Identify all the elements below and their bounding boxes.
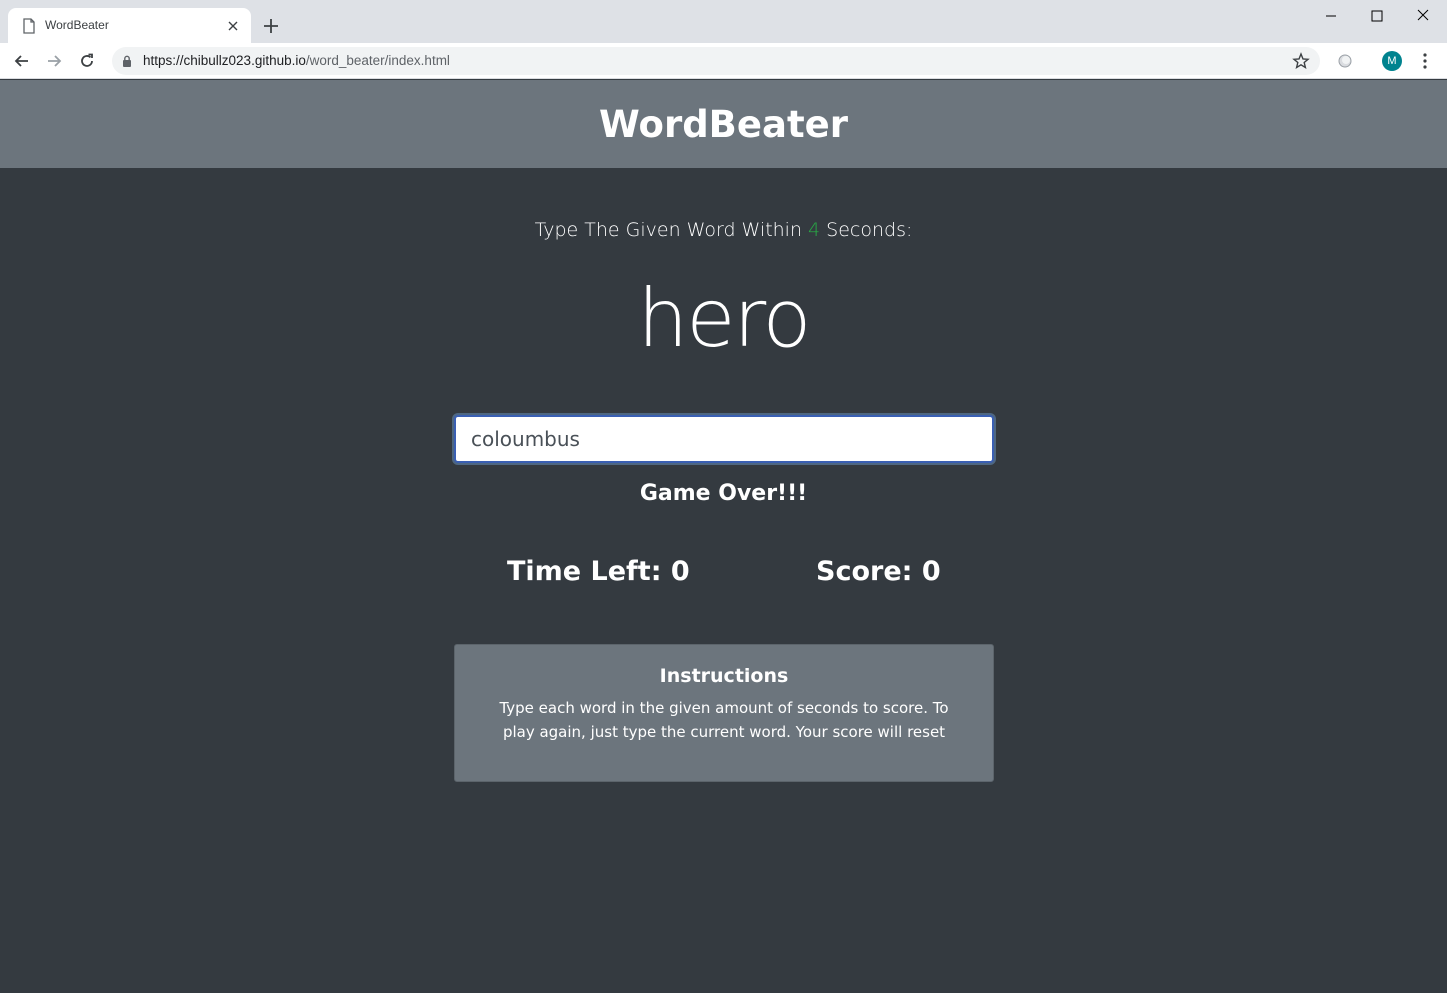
seconds-value: 4 xyxy=(808,219,821,241)
back-icon[interactable] xyxy=(12,51,32,71)
address-bar[interactable]: https://chibullz023.github.io/word_beate… xyxy=(112,47,1320,75)
profile-avatar[interactable]: M xyxy=(1382,51,1402,71)
close-window-icon[interactable] xyxy=(1413,6,1433,26)
page-header: WordBeater xyxy=(0,80,1447,168)
instructions-card: Instructions Type each word in the given… xyxy=(454,644,994,782)
url-host: https://chibullz023.github.io xyxy=(143,53,306,68)
time-left-label: Time Left: xyxy=(507,556,671,587)
tab-title: WordBeater xyxy=(45,18,109,32)
page-title: WordBeater xyxy=(599,102,848,146)
score: Score: 0 xyxy=(816,556,941,587)
extension-icon[interactable] xyxy=(1337,53,1353,69)
instruction-lead: Type The Given Word Within 4 Seconds: xyxy=(0,219,1447,241)
new-tab-icon[interactable] xyxy=(261,16,281,36)
forward-icon[interactable] xyxy=(44,51,64,71)
close-tab-icon[interactable] xyxy=(225,18,241,34)
game-message: Game Over!!! xyxy=(639,481,808,506)
instructions-text: Type each word in the given amount of se… xyxy=(499,699,949,741)
browser-toolbar: https://chibullz023.github.io/word_beate… xyxy=(0,43,1447,79)
bookmark-star-icon[interactable] xyxy=(1292,52,1310,70)
word-input[interactable] xyxy=(454,415,994,463)
score-label: Score: xyxy=(816,556,922,587)
lead-suffix: Seconds: xyxy=(820,219,913,241)
minimize-icon[interactable] xyxy=(1321,6,1341,26)
browser-tab[interactable]: WordBeater xyxy=(8,8,251,43)
instructions-title: Instructions xyxy=(659,665,789,687)
time-left-value: 0 xyxy=(670,556,690,587)
current-word: hero xyxy=(637,272,812,365)
time-left: Time Left: 0 xyxy=(507,556,690,587)
maximize-icon[interactable] xyxy=(1367,6,1387,26)
url-path: /word_beater/index.html xyxy=(305,53,450,68)
lead-prefix: Type The Given Word Within xyxy=(534,219,809,241)
lock-icon xyxy=(123,55,131,67)
reload-icon[interactable] xyxy=(77,51,97,71)
score-value: 0 xyxy=(921,556,941,587)
tab-strip: WordBeater xyxy=(0,0,1447,43)
menu-kebab-icon[interactable] xyxy=(1415,51,1435,71)
url-text: https://chibullz023.github.io/word_beate… xyxy=(143,53,450,68)
page-icon xyxy=(23,18,35,34)
